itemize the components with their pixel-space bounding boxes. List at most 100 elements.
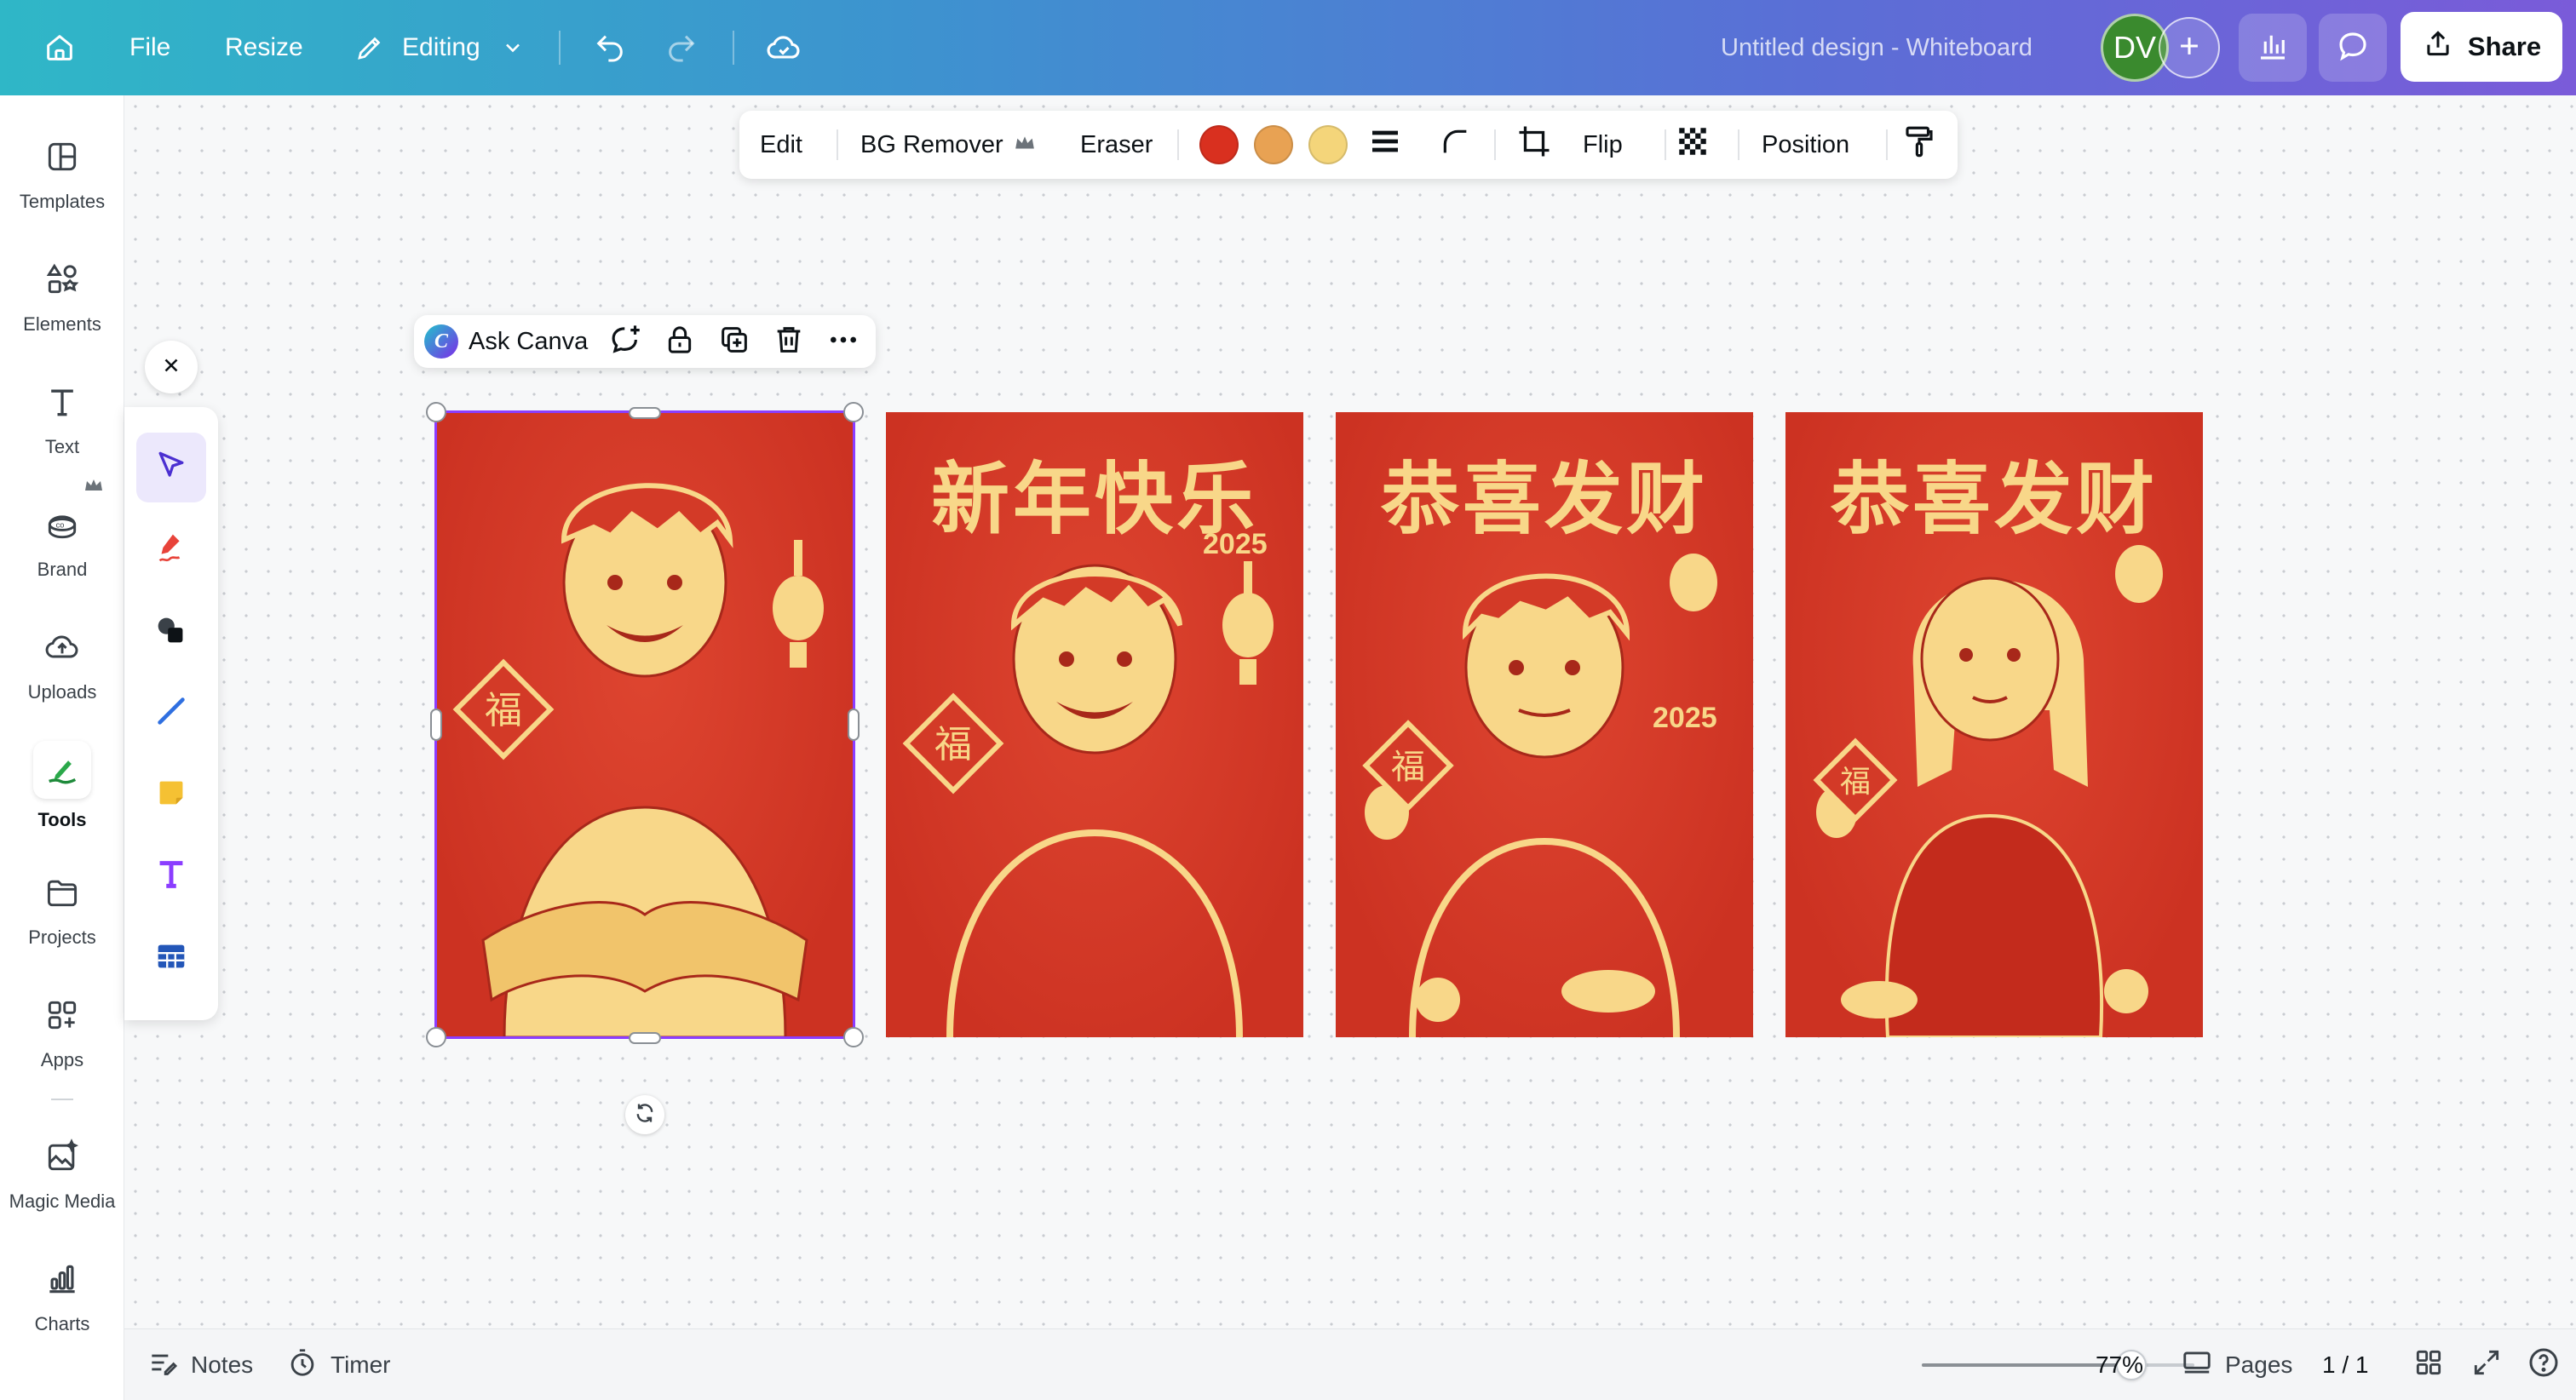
insights-button[interactable]: [2239, 14, 2307, 82]
pages-label: Pages: [2225, 1351, 2293, 1378]
sidebar-item-magic-media[interactable]: Magic Media: [0, 1133, 124, 1213]
divider: [1177, 129, 1179, 160]
top-bar: File Resize Editing Untitled design - Wh…: [0, 0, 2576, 95]
file-menu[interactable]: File: [129, 0, 170, 95]
zoom-level[interactable]: 77%: [2096, 1329, 2143, 1400]
crop-icon: [1516, 123, 1552, 166]
delete-button[interactable]: [772, 315, 806, 368]
transparency-button[interactable]: [1675, 111, 1711, 179]
notes-button[interactable]: Notes: [147, 1329, 253, 1400]
table-icon: [152, 937, 191, 980]
sidebar-item-apps[interactable]: Apps: [0, 991, 124, 1071]
pages-button[interactable]: Pages: [2181, 1329, 2292, 1400]
color-swatch-orange[interactable]: [1254, 125, 1293, 164]
comment-icon: [2335, 28, 2371, 68]
resize-handle-top-left[interactable]: [426, 402, 446, 422]
table-tool[interactable]: [136, 923, 206, 993]
select-tool[interactable]: [136, 433, 206, 502]
crown-icon: [1014, 131, 1036, 159]
position-button[interactable]: Position: [1762, 111, 1849, 179]
undo-icon: [589, 27, 630, 68]
redo-button[interactable]: [661, 0, 702, 95]
home-button[interactable]: [39, 0, 80, 95]
bottom-bar: Notes Timer 77% Pages 1 / 1: [124, 1328, 2576, 1400]
line-tool[interactable]: [136, 678, 206, 748]
resize-handle-top-right[interactable]: [843, 402, 864, 422]
sidebar-item-tools[interactable]: Tools: [0, 741, 124, 831]
rotate-handle[interactable]: [625, 1095, 664, 1134]
document-title[interactable]: Untitled design - Whiteboard: [1721, 0, 2033, 95]
svg-text:福: 福: [485, 689, 522, 732]
sidebar-item-elements[interactable]: Elements: [0, 255, 124, 336]
sidebar-item-uploads[interactable]: Uploads: [0, 623, 124, 703]
sidebar-item-brand[interactable]: co Brand: [0, 501, 124, 581]
comments-button[interactable]: [2319, 14, 2387, 82]
color-swatch-yellow[interactable]: [1308, 125, 1348, 164]
shapes-tool[interactable]: [136, 596, 206, 666]
flip-button[interactable]: Flip: [1583, 111, 1623, 179]
shapes-icon: [152, 610, 191, 653]
card-prosperity-woman[interactable]: 恭喜发财 福: [1785, 412, 2203, 1037]
close-tools-button[interactable]: [145, 341, 198, 393]
editing-mode-button[interactable]: Editing: [349, 0, 533, 95]
divider: [51, 1099, 73, 1100]
brand-icon: co: [38, 501, 86, 548]
divider: [1738, 129, 1739, 160]
card-new-year[interactable]: 新年快乐 2025 福: [886, 412, 1303, 1037]
svg-text:co: co: [56, 521, 65, 530]
plus-icon: [2175, 32, 2204, 65]
sidebar-item-charts[interactable]: Charts: [0, 1255, 124, 1335]
resize-handle-top[interactable]: [629, 407, 661, 419]
paint-roller-icon: [1901, 123, 1937, 166]
zoom-slider[interactable]: [1922, 1350, 2194, 1380]
resize-handle-bottom-right[interactable]: [843, 1027, 864, 1047]
add-comment-button[interactable]: [608, 315, 644, 368]
resize-handle-left[interactable]: [430, 709, 442, 741]
templates-icon: [38, 133, 86, 181]
sidebar-item-label: Templates: [19, 191, 106, 212]
sidebar-item-label: Brand: [37, 559, 88, 580]
transparency-icon: [1675, 123, 1711, 166]
sidebar-item-text[interactable]: Text: [0, 378, 124, 458]
svg-text:福: 福: [1391, 748, 1425, 787]
sticky-note-tool[interactable]: [136, 760, 206, 829]
resize-handle-bottom-left[interactable]: [426, 1027, 446, 1047]
resize-handle-right[interactable]: [848, 709, 860, 741]
timer-button[interactable]: Timer: [286, 1329, 391, 1400]
sidebar-item-projects[interactable]: Projects: [0, 869, 124, 949]
corner-rounding-button[interactable]: [1438, 111, 1472, 179]
undo-button[interactable]: [589, 0, 630, 95]
grid-view-button[interactable]: [2412, 1329, 2445, 1400]
lock-button[interactable]: [663, 315, 697, 368]
ask-canva-button[interactable]: C Ask Canva: [424, 315, 588, 368]
share-button[interactable]: Share: [2401, 12, 2562, 82]
resize-menu[interactable]: Resize: [225, 0, 303, 95]
sidebar-item-label: Projects: [28, 927, 96, 948]
text-tool[interactable]: [136, 841, 206, 911]
color-swatch-red[interactable]: [1199, 125, 1239, 164]
expand-icon: [2470, 1346, 2503, 1385]
edit-button[interactable]: Edit: [760, 111, 802, 179]
sidebar-item-templates[interactable]: Templates: [0, 133, 124, 213]
portrait-illustration: 福: [902, 561, 1274, 1037]
draw-tool[interactable]: [136, 514, 206, 584]
copy-style-button[interactable]: [1901, 111, 1937, 179]
card-boy-arms-crossed[interactable]: 福: [436, 412, 854, 1037]
help-button[interactable]: [2527, 1329, 2561, 1400]
grid-icon: [2412, 1346, 2445, 1385]
divider: [1494, 129, 1496, 160]
cloud-save-button[interactable]: [763, 0, 804, 95]
fullscreen-button[interactable]: [2470, 1329, 2503, 1400]
bg-remover-button[interactable]: BG Remover: [860, 111, 1036, 179]
crop-button[interactable]: [1516, 111, 1552, 179]
corner-radius-icon: [1438, 124, 1472, 165]
duplicate-button[interactable]: [717, 315, 751, 368]
timer-label: Timer: [331, 1351, 391, 1378]
more-options-button[interactable]: [826, 315, 860, 368]
eraser-button[interactable]: Eraser: [1080, 111, 1153, 179]
invite-button[interactable]: [2159, 17, 2220, 78]
border-style-button[interactable]: [1368, 111, 1402, 179]
card-prosperity-boy[interactable]: 恭喜发财 2025 福: [1336, 412, 1753, 1037]
resize-handle-bottom[interactable]: [629, 1032, 661, 1044]
page-count: 1 / 1: [2322, 1351, 2369, 1378]
